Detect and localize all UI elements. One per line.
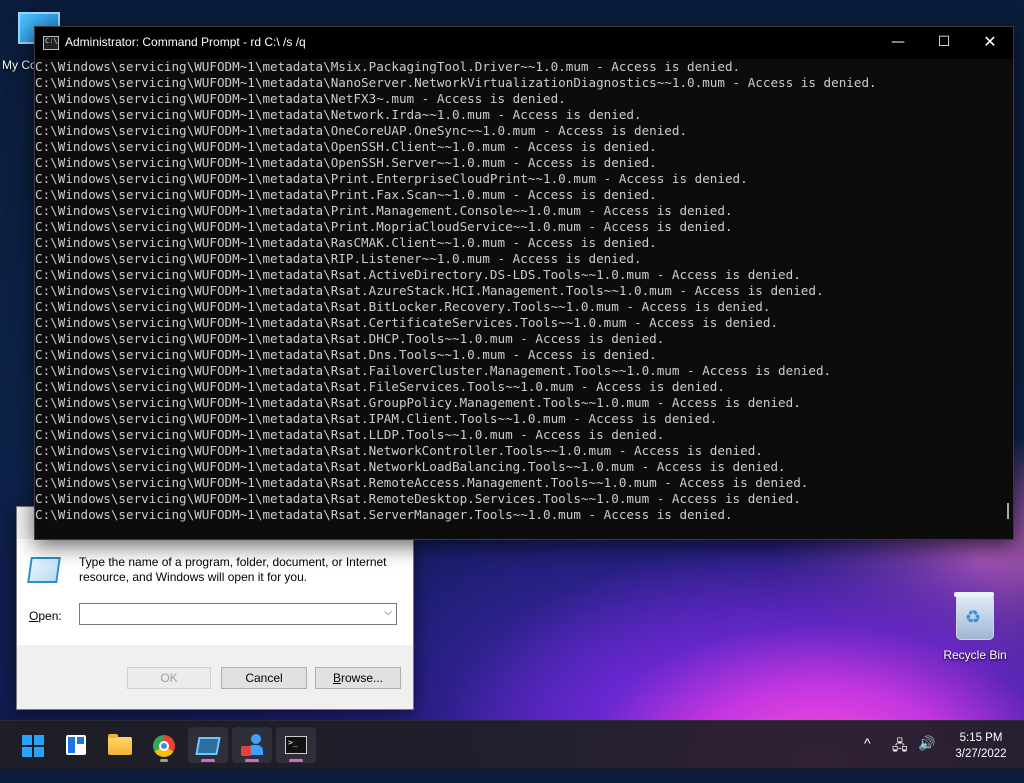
terminal-line: C:\Windows\servicing\WUFODM~1\metadata\R… [35,267,801,282]
run-app-icon [195,737,221,755]
taskbar-run[interactable] [188,727,228,763]
running-indicator [289,759,303,762]
terminal-line: C:\Windows\servicing\WUFODM~1\metadata\R… [35,331,665,346]
minimize-button[interactable]: — [875,27,921,59]
terminal-line: C:\Windows\servicing\WUFODM~1\metadata\N… [35,75,877,90]
network-icon[interactable]: 🖧 [892,735,908,783]
clock-date: 3/27/2022 [955,748,1007,760]
terminal-line: C:\Windows\servicing\WUFODM~1\metadata\R… [35,475,809,490]
widgets-icon [66,735,86,755]
chevron-down-icon[interactable]: ⌵ [384,607,392,618]
terminal-line: C:\Windows\servicing\WUFODM~1\metadata\P… [35,203,733,218]
running-indicator [201,759,215,762]
desktop-icon-recycle-bin[interactable]: ♻ Recycle Bin [940,592,1010,662]
taskbar-users[interactable] [232,727,272,763]
terminal-line: C:\Windows\servicing\WUFODM~1\metadata\O… [35,139,657,154]
scrollbar-thumb[interactable] [1007,503,1009,519]
windows-logo-icon [22,735,44,757]
cmd-titlebar[interactable]: Administrator: Command Prompt - rd C:\ /… [35,27,1013,59]
terminal-line: C:\Windows\servicing\WUFODM~1\metadata\R… [35,283,824,298]
terminal-line: C:\Windows\servicing\WUFODM~1\metadata\R… [35,379,725,394]
run-icon [27,557,61,583]
terminal-line: C:\Windows\servicing\WUFODM~1\metadata\R… [35,251,642,266]
taskbar: ^ 🖧 🔊 5:15 PM 3/27/2022 [0,720,1024,769]
clock[interactable]: 5:15 PM 3/27/2022 [944,730,1018,778]
terminal-line: C:\Windows\servicing\WUFODM~1\metadata\R… [35,363,832,378]
open-combobox[interactable]: ⌵ [79,603,397,625]
recycle-bin-icon: ♻ [954,592,994,640]
terminal-line: C:\Windows\servicing\WUFODM~1\metadata\R… [35,459,786,474]
terminal-line: C:\Windows\servicing\WUFODM~1\metadata\N… [35,107,642,122]
terminal-line: C:\Windows\servicing\WUFODM~1\metadata\R… [35,315,779,330]
show-hidden-icons-chevron[interactable]: ^ [864,735,871,783]
folder-icon [108,734,132,755]
taskbar-command-prompt[interactable] [276,727,316,763]
terminal-line: C:\Windows\servicing\WUFODM~1\metadata\R… [35,395,801,410]
cmd-app-icon [43,36,59,50]
command-prompt-window[interactable]: Administrator: Command Prompt - rd C:\ /… [34,26,1014,540]
terminal-line: C:\Windows\servicing\WUFODM~1\metadata\R… [35,411,718,426]
desktop-icon-label: Recycle Bin [943,648,1007,662]
command-prompt-icon [285,736,307,754]
taskbar-chrome[interactable] [144,727,184,763]
close-button[interactable]: ✕ [967,27,1013,59]
terminal-line: C:\Windows\servicing\WUFODM~1\metadata\P… [35,219,733,234]
taskbar-file-explorer[interactable] [100,727,140,763]
terminal-line: C:\Windows\servicing\WUFODM~1\metadata\R… [35,507,733,522]
ok-button[interactable]: OK [127,667,211,689]
users-icon [241,734,263,758]
run-dialog-footer: OK Cancel Browse... [17,645,413,709]
run-description: Type the name of a program, folder, docu… [79,555,387,584]
cancel-button[interactable]: Cancel [221,667,307,689]
terminal-line: C:\Windows\servicing\WUFODM~1\metadata\N… [35,91,566,106]
terminal-line: C:\Windows\servicing\WUFODM~1\metadata\O… [35,123,688,138]
terminal-line: C:\Windows\servicing\WUFODM~1\metadata\P… [35,187,657,202]
terminal-line: C:\Windows\servicing\WUFODM~1\metadata\M… [35,59,741,74]
terminal-line: C:\Windows\servicing\WUFODM~1\metadata\R… [35,299,771,314]
chrome-icon [153,735,175,757]
run-dialog-body: Type the name of a program, folder, docu… [17,539,413,645]
open-label: Open: [29,609,62,623]
taskbar-widgets[interactable] [56,727,96,763]
clock-time: 5:15 PM [959,732,1003,744]
browse-button[interactable]: Browse... [315,667,401,689]
terminal-output[interactable]: C:\Windows\servicing\WUFODM~1\metadata\M… [35,59,997,539]
running-indicator [245,759,259,762]
volume-icon[interactable]: 🔊 [918,735,935,783]
running-indicator [160,759,168,762]
start-button[interactable] [12,727,52,763]
terminal-line: C:\Windows\servicing\WUFODM~1\metadata\P… [35,171,748,186]
window-title: Administrator: Command Prompt - rd C:\ /… [65,35,306,49]
maximize-button[interactable]: ☐ [921,27,967,59]
terminal-line: C:\Windows\servicing\WUFODM~1\metadata\R… [35,427,665,442]
terminal-line: C:\Windows\servicing\WUFODM~1\metadata\R… [35,491,801,506]
terminal-line: C:\Windows\servicing\WUFODM~1\metadata\O… [35,155,657,170]
terminal-line: C:\Windows\servicing\WUFODM~1\metadata\R… [35,443,763,458]
open-input[interactable] [84,605,378,625]
terminal-line: C:\Windows\servicing\WUFODM~1\metadata\R… [35,235,657,250]
terminal-line: C:\Windows\servicing\WUFODM~1\metadata\R… [35,347,657,362]
